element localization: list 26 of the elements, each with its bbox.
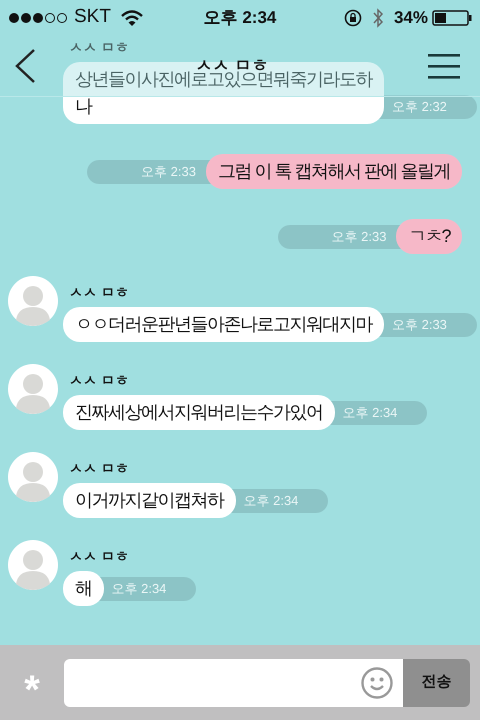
sender-name: ㅅㅅ ㅁㅎ bbox=[69, 38, 129, 57]
signal-icon bbox=[8, 12, 70, 24]
back-icon bbox=[14, 48, 36, 84]
menu-icon bbox=[428, 52, 460, 78]
emoji-icon[interactable] bbox=[361, 666, 393, 698]
wifi-icon bbox=[120, 10, 143, 26]
sender-name: ㅅㅅ ㅁㅎ bbox=[69, 371, 129, 390]
menu-button[interactable] bbox=[428, 52, 460, 78]
message-bubble: ㅇㅇ더러운판년들아존나로고지워대지마 bbox=[63, 307, 384, 342]
message-bubble: 이거까지같이캡쳐하 bbox=[63, 483, 236, 518]
message-bubble: 진짜세상에서지워버리는수가있어 bbox=[63, 395, 334, 430]
carrier-name: SKT bbox=[74, 5, 111, 30]
message-bubble: 해 bbox=[63, 571, 104, 606]
rotation-lock-icon bbox=[344, 8, 362, 26]
status-time: 오후 2:34 bbox=[204, 6, 276, 29]
message-bubble: ㄱㅊ? bbox=[396, 219, 462, 254]
back-button[interactable] bbox=[14, 48, 36, 84]
battery-percent: 34% bbox=[394, 6, 428, 29]
bluetooth-icon bbox=[372, 8, 384, 28]
sender-name: ㅅㅅ ㅁㅎ bbox=[69, 547, 129, 566]
send-button[interactable]: 전송 bbox=[403, 658, 470, 706]
message-bubble: 그럼 이 톡 캡쳐해서 판에 올릴게 bbox=[206, 154, 462, 189]
sender-name: ㅅㅅ ㅁㅎ bbox=[69, 283, 129, 302]
sender-name: ㅅㅅ ㅁㅎ bbox=[69, 459, 129, 478]
battery-icon bbox=[432, 10, 472, 26]
message-input[interactable] bbox=[64, 658, 403, 706]
